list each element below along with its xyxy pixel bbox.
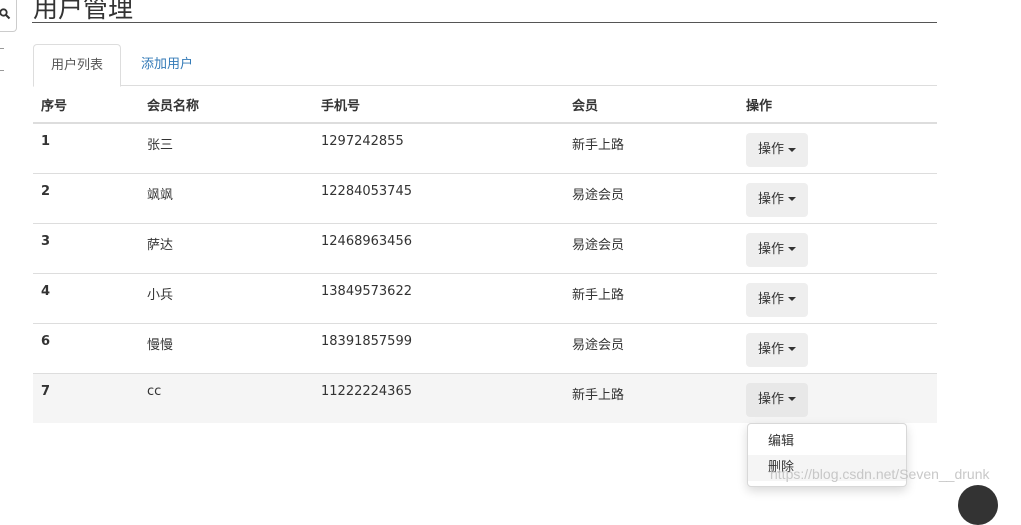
cell-name: 飒飒: [139, 172, 313, 223]
action-label: 操作: [758, 341, 785, 357]
caret-down-icon: [788, 347, 797, 351]
action-label: 操作: [758, 291, 785, 307]
cell-action: 操作: [738, 122, 937, 173]
cell-phone: 12468963456: [313, 222, 564, 273]
cell-id: 3: [33, 222, 139, 273]
table-row: 4 小兵 13849573622 新手上路 操作: [33, 272, 937, 323]
caret-down-icon: [788, 297, 797, 301]
cell-level: 易途会员: [564, 322, 738, 373]
cell-id: 1: [33, 122, 139, 173]
cell-action: 操作: [738, 372, 937, 423]
cell-phone: 11222224365: [313, 372, 564, 423]
cell-id: 6: [33, 322, 139, 373]
action-dropdown-button[interactable]: 操作: [746, 282, 809, 317]
action-label: 操作: [758, 391, 785, 407]
cell-phone: 1297242855: [313, 122, 564, 173]
header-phone: 手机号: [313, 86, 564, 124]
cell-id: 2: [33, 172, 139, 223]
tab-add-user[interactable]: 添加用户: [131, 44, 203, 86]
menu-item-edit[interactable]: 编辑: [748, 429, 906, 455]
caret-down-icon: [788, 247, 797, 251]
header-name: 会员名称: [139, 86, 313, 124]
table-row: 2 飒飒 12284053745 易途会员 操作: [33, 172, 937, 223]
cell-action: 操作: [738, 322, 937, 373]
cell-phone: 13849573622: [313, 272, 564, 323]
header-action: 操作: [738, 86, 937, 124]
cell-action: 操作: [738, 272, 937, 323]
table-header-row: 序号 会员名称 手机号 会员 操作: [33, 86, 937, 124]
search-button[interactable]: [0, 0, 17, 32]
cell-level: 新手上路: [564, 272, 738, 323]
header-level: 会员: [564, 86, 738, 124]
caret-down-icon: [788, 197, 797, 201]
cell-action: 操作: [738, 172, 937, 223]
action-dropdown-button[interactable]: 操作: [746, 232, 809, 267]
table-row: 3 萨达 12468963456 易途会员 操作: [33, 222, 937, 273]
table-row: 6 慢慢 18391857599 易途会员 操作: [33, 322, 937, 373]
action-label: 操作: [758, 241, 785, 257]
cell-level: 易途会员: [564, 222, 738, 273]
corner-avatar: [958, 485, 998, 525]
action-dropdown-button[interactable]: 操作: [746, 133, 809, 167]
caret-down-icon: [788, 147, 797, 152]
action-dropdown-button[interactable]: 操作: [746, 332, 809, 367]
action-dropdown-button[interactable]: 操作: [746, 382, 809, 417]
action-dropdown-button[interactable]: 操作: [746, 182, 809, 217]
page-title: 用户管理: [32, 0, 937, 23]
search-icon: [0, 8, 11, 20]
header-id: 序号: [33, 86, 139, 124]
cell-level: 新手上路: [564, 372, 738, 423]
user-table: 序号 会员名称 手机号 会员 操作 1 张三 1297242855 新手上路 操…: [33, 86, 937, 423]
cell-name: 萨达: [139, 222, 313, 273]
tab-bar: 用户列表 添加用户: [33, 44, 937, 87]
left-edge-mark: [0, 70, 4, 71]
cell-id: 4: [33, 272, 139, 323]
cell-phone: 18391857599: [313, 322, 564, 373]
cell-name: cc: [139, 372, 313, 423]
cell-level: 新手上路: [564, 122, 738, 173]
cell-name: 小兵: [139, 272, 313, 323]
left-edge-mark: [0, 48, 4, 49]
cell-id: 7: [33, 372, 139, 423]
action-label: 操作: [758, 142, 785, 157]
cell-action: 操作: [738, 222, 937, 273]
watermark: https://blog.csdn.net/Seven__drunk: [770, 466, 990, 482]
caret-down-icon: [788, 397, 797, 401]
cell-name: 张三: [139, 122, 313, 173]
cell-level: 易途会员: [564, 172, 738, 223]
table-row: 7 cc 11222224365 新手上路 操作: [33, 372, 937, 423]
action-label: 操作: [758, 191, 785, 207]
cell-phone: 12284053745: [313, 172, 564, 223]
table-row: 1 张三 1297242855 新手上路 操作: [33, 122, 937, 173]
cell-name: 慢慢: [139, 322, 313, 373]
tab-user-list[interactable]: 用户列表: [33, 44, 121, 87]
